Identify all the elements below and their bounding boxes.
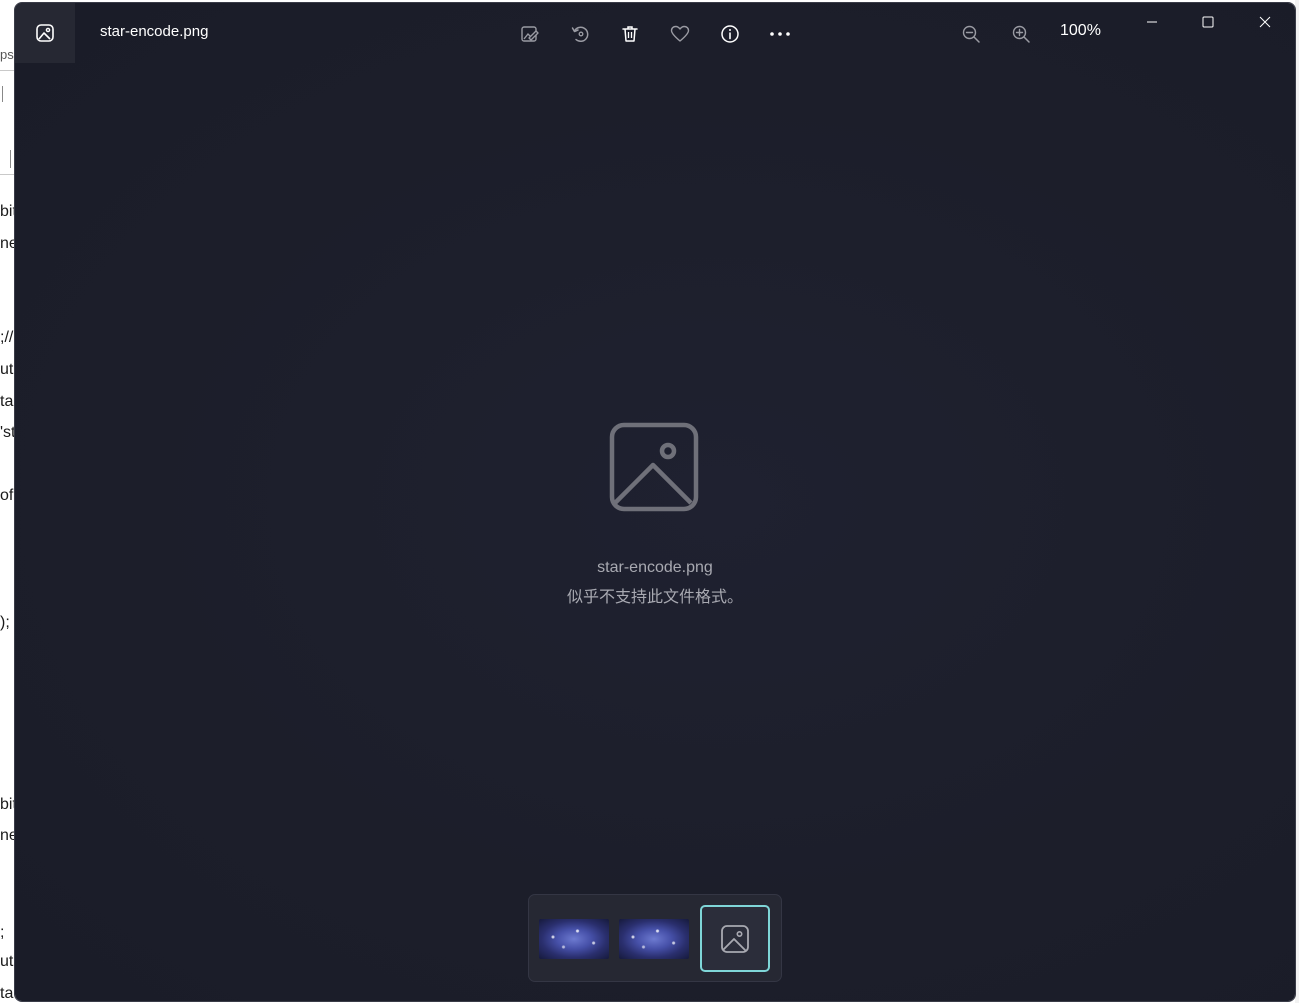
minimize-button[interactable]: [1129, 7, 1175, 37]
minimize-icon: [1147, 21, 1157, 23]
zoom-out-button[interactable]: [956, 19, 986, 49]
favorite-button[interactable]: [665, 19, 695, 49]
filmstrip-thumbnail-selected[interactable]: [700, 905, 770, 972]
maximize-button[interactable]: [1185, 7, 1231, 37]
filmstrip: [528, 894, 782, 982]
close-icon: [1259, 16, 1271, 28]
delete-icon: [622, 26, 638, 42]
image-placeholder-icon: [721, 924, 749, 953]
info-button[interactable]: [715, 19, 745, 49]
rotate-button[interactable]: [565, 19, 595, 49]
more-options-button[interactable]: [765, 19, 795, 49]
zoom-level-button[interactable]: 100%: [1060, 22, 1101, 40]
background-divider: [2, 86, 3, 102]
zoom-out-icon: [962, 25, 980, 43]
title-bar[interactable]: star-encode.png 100%: [15, 3, 1295, 63]
background-text: ta: [0, 985, 14, 1002]
close-button[interactable]: [1242, 7, 1288, 37]
app-icon-button[interactable]: [15, 3, 75, 63]
edit-image-icon: [521, 26, 539, 42]
unsupported-filename: star-encode.png: [597, 559, 713, 576]
background-text: ;//: [0, 329, 14, 346]
background-window-edge: [1295, 0, 1299, 1003]
heart-icon: [670, 25, 690, 42]
more-icon: [770, 32, 790, 36]
background-text: ta: [0, 393, 14, 410]
rotate-icon: [571, 26, 589, 42]
background-divider: [10, 150, 11, 168]
photo-viewer-window: star-encode.png 100% star-encode.png 似乎不…: [15, 3, 1295, 1001]
background-text: ;: [0, 924, 5, 941]
zoom-in-button[interactable]: [1006, 19, 1036, 49]
background-text: 'st: [0, 424, 16, 441]
info-icon: [721, 25, 739, 43]
background-text: of: [0, 487, 14, 504]
delete-button[interactable]: [615, 19, 645, 49]
unsupported-image-icon: [609, 422, 699, 512]
zoom-in-icon: [1012, 25, 1030, 43]
edit-image-button[interactable]: [515, 19, 545, 49]
window-title: star-encode.png: [100, 23, 209, 40]
filmstrip-thumbnail[interactable]: [619, 919, 689, 959]
photos-app-icon: [36, 24, 54, 42]
background-divider: [0, 174, 15, 175]
unsupported-format-message: 似乎不支持此文件格式。: [566, 587, 743, 606]
filmstrip-thumbnail[interactable]: [539, 919, 609, 959]
background-text: ps: [0, 47, 14, 62]
maximize-icon: [1202, 16, 1214, 28]
background-text: );: [0, 614, 10, 631]
background-divider: [0, 70, 15, 71]
